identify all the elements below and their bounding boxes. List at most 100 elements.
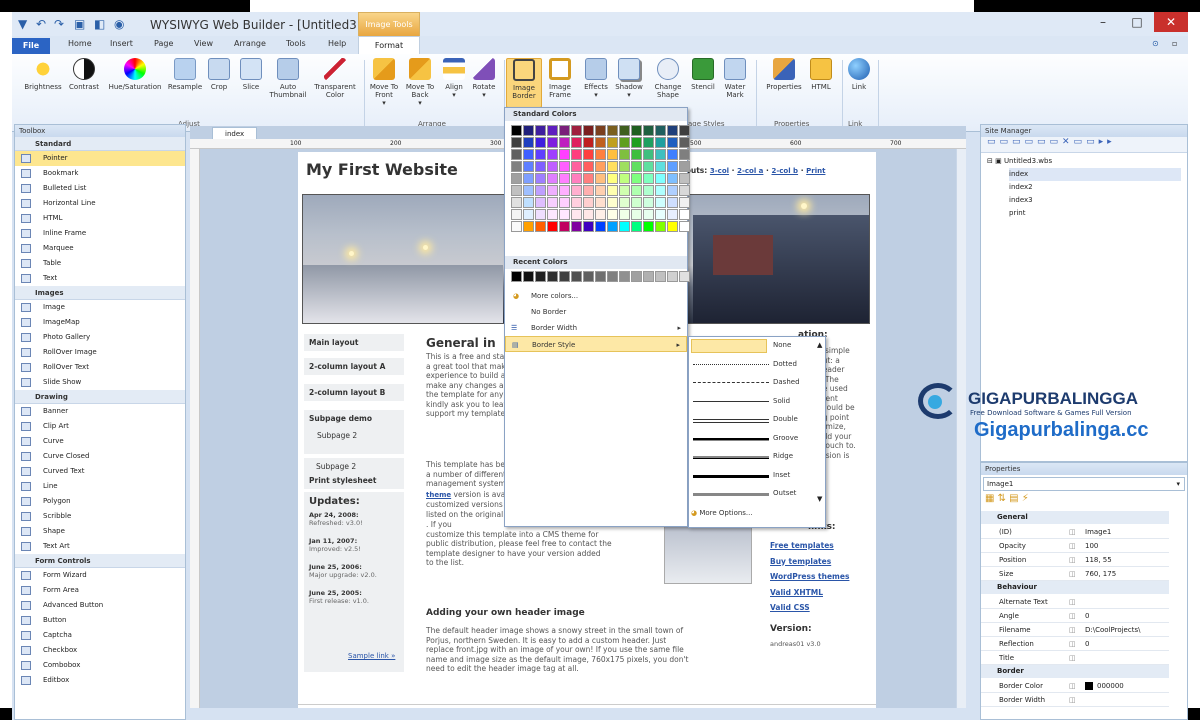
border-style-dotted-swatch[interactable] — [693, 363, 769, 365]
color-swatch[interactable] — [679, 197, 690, 208]
color-swatch[interactable] — [679, 149, 690, 160]
prop-row[interactable]: Size ◫ 760, 175 — [981, 567, 1169, 581]
prop-row[interactable]: Filename ◫ D:\CoolProjects\ — [981, 623, 1169, 637]
hue-saturation-button[interactable]: Hue/Saturation — [104, 58, 166, 91]
color-swatch[interactable] — [619, 209, 630, 220]
color-swatch[interactable] — [595, 149, 606, 160]
no-border-item[interactable]: No Border — [505, 304, 687, 320]
color-swatch[interactable] — [679, 125, 690, 136]
site-page-print[interactable]: print — [1009, 207, 1181, 220]
toolbox-item-curve-closed[interactable]: Curve Closed — [15, 449, 185, 464]
toolbox-item-scribble[interactable]: Scribble — [15, 509, 185, 524]
color-swatch[interactable] — [547, 197, 558, 208]
tab-arrange[interactable]: Arrange — [234, 39, 266, 48]
border-style-solid-swatch[interactable] — [693, 400, 769, 402]
border-style-dashed-swatch[interactable] — [693, 382, 769, 383]
color-swatch[interactable] — [595, 197, 606, 208]
color-swatch[interactable] — [667, 125, 678, 136]
color-swatch[interactable] — [511, 149, 522, 160]
color-swatch[interactable] — [511, 173, 522, 184]
resample-button[interactable]: Resample — [166, 58, 204, 91]
color-swatch[interactable] — [559, 161, 570, 172]
color-swatch[interactable] — [631, 209, 642, 220]
theme-link[interactable]: theme — [426, 491, 451, 499]
color-swatch[interactable] — [547, 161, 558, 172]
recent-color-swatch[interactable] — [679, 271, 690, 282]
toolbox-item-rollover-image[interactable]: RollOver Image — [15, 345, 185, 360]
color-swatch[interactable] — [667, 197, 678, 208]
layout-link-2cola[interactable]: 2-col a — [737, 167, 763, 175]
prop-section-general[interactable]: General — [981, 511, 1169, 524]
toolbox-item-checkbox[interactable]: Checkbox — [15, 643, 185, 658]
recent-color-swatch[interactable] — [571, 271, 582, 282]
toolbox-item-horizontal-line[interactable]: Horizontal Line — [15, 196, 185, 211]
color-swatch[interactable] — [583, 221, 594, 232]
color-swatch[interactable] — [631, 149, 642, 160]
sidebar-link[interactable]: Free templates — [770, 538, 880, 554]
layout-link-print[interactable]: Print — [806, 167, 825, 175]
color-swatch[interactable] — [679, 221, 690, 232]
toolbox-item-text-art[interactable]: Text Art — [15, 539, 185, 554]
toolbox-item-editbox[interactable]: Editbox — [15, 673, 185, 688]
toolbox-section-form-controls[interactable]: Form Controls — [15, 554, 185, 568]
maximize-button[interactable]: □ — [1120, 12, 1154, 32]
color-swatch[interactable] — [631, 197, 642, 208]
color-swatch[interactable] — [607, 221, 618, 232]
color-swatch[interactable] — [547, 173, 558, 184]
prop-section-behaviour[interactable]: Behaviour — [981, 581, 1169, 594]
site-root[interactable]: ⊟ ▣ Untitled3.wbs — [987, 155, 1181, 168]
color-swatch[interactable] — [619, 137, 630, 148]
recent-color-swatch[interactable] — [619, 271, 630, 282]
change-shape-button[interactable]: Change Shape — [650, 58, 686, 99]
color-swatch[interactable] — [559, 149, 570, 160]
prop-row[interactable]: Position ◫ 118, 55 — [981, 553, 1169, 567]
layout-link-2colb[interactable]: 2-col b — [771, 167, 798, 175]
water-mark-button[interactable]: Water Mark — [720, 58, 750, 99]
border-style-item[interactable]: ▤ Border Style ▸ — [505, 336, 687, 352]
border-style-groove-swatch[interactable] — [693, 437, 769, 441]
color-swatch[interactable] — [643, 137, 654, 148]
prop-row[interactable]: Angle ◫ 0 — [981, 609, 1169, 623]
color-swatch[interactable] — [631, 173, 642, 184]
color-swatch[interactable] — [595, 221, 606, 232]
color-swatch[interactable] — [655, 209, 666, 220]
border-width-item[interactable]: ☰ Border Width ▸ — [505, 320, 687, 336]
color-swatch[interactable] — [679, 209, 690, 220]
toolbox-item-imagemap[interactable]: ImageMap — [15, 315, 185, 330]
sidebar-link[interactable]: Valid XHTML — [770, 585, 880, 601]
toolbox-item-pointer[interactable]: Pointer — [15, 151, 185, 166]
color-swatch[interactable] — [595, 209, 606, 220]
color-swatch[interactable] — [595, 161, 606, 172]
brightness-button[interactable]: Brightness — [20, 58, 66, 91]
more-colors-item[interactable]: ◕ More colors... — [505, 288, 687, 304]
color-swatch[interactable] — [619, 161, 630, 172]
border-style-inset-label[interactable]: Inset — [773, 471, 790, 479]
tab-help[interactable]: Help — [328, 39, 346, 48]
image-border-button[interactable]: Image Border — [506, 58, 542, 108]
color-swatch[interactable] — [607, 161, 618, 172]
color-swatch[interactable] — [643, 173, 654, 184]
toolbox-item-table[interactable]: Table — [15, 256, 185, 271]
color-swatch[interactable] — [679, 185, 690, 196]
prop-section-border[interactable]: Border — [981, 665, 1169, 678]
recent-color-swatch[interactable] — [595, 271, 606, 282]
toolbox-item-polygon[interactable]: Polygon — [15, 494, 185, 509]
color-swatch[interactable] — [571, 149, 582, 160]
color-swatch[interactable] — [535, 221, 546, 232]
color-swatch[interactable] — [595, 173, 606, 184]
border-style-ridge-swatch[interactable] — [693, 456, 769, 459]
color-swatch[interactable] — [631, 125, 642, 136]
color-swatch[interactable] — [511, 209, 522, 220]
color-swatch[interactable] — [559, 209, 570, 220]
color-swatch[interactable] — [631, 185, 642, 196]
color-swatch[interactable] — [667, 161, 678, 172]
color-swatch[interactable] — [655, 197, 666, 208]
color-swatch[interactable] — [643, 197, 654, 208]
toolbox-item-photo-gallery[interactable]: Photo Gallery — [15, 330, 185, 345]
color-swatch[interactable] — [571, 221, 582, 232]
slice-button[interactable]: Slice — [236, 58, 266, 91]
move-to-back-button[interactable]: Move To Back ▾ — [402, 58, 438, 107]
recent-color-swatch[interactable] — [631, 271, 642, 282]
color-swatch[interactable] — [667, 221, 678, 232]
color-swatch[interactable] — [643, 221, 654, 232]
